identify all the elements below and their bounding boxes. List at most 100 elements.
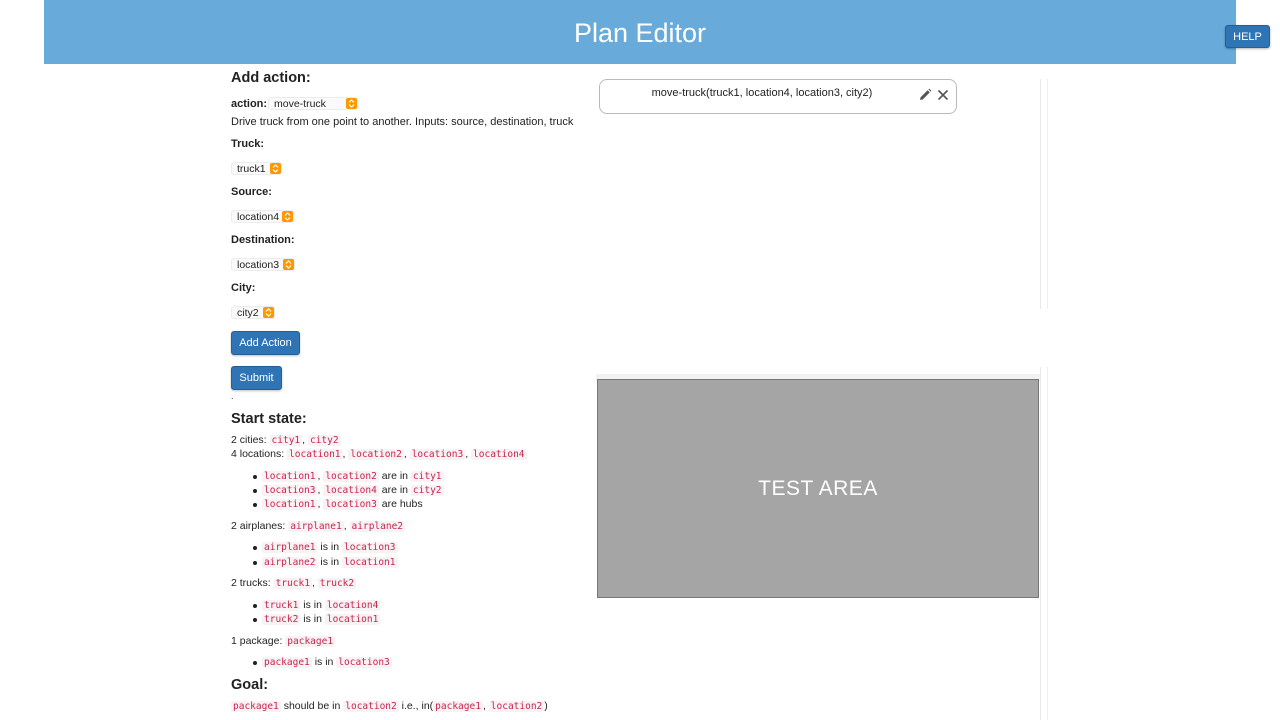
add-action-button[interactable]: Add Action — [231, 331, 300, 355]
city-code: city2 — [307, 435, 341, 446]
location-code: location2 — [488, 701, 545, 712]
panel-border — [1047, 79, 1048, 309]
location-code: location4 — [324, 600, 381, 611]
location-code: location1 — [262, 471, 318, 482]
city-select-value: city2 — [237, 306, 259, 319]
action-description: Drive truck from one point to another. I… — [231, 116, 574, 128]
packages-prefix: 1 package: — [231, 635, 283, 647]
location-code: location2 — [348, 449, 404, 460]
submit-button[interactable]: Submit — [231, 366, 282, 390]
plan-action-card[interactable]: move-truck(truck1, location4, location3,… — [599, 79, 957, 114]
trucks-line: 2 trucks: truck1, truck2 — [231, 577, 357, 589]
list-item: location1, location3 are hubs — [253, 498, 423, 510]
list-item: airplane2 is in location1 — [253, 556, 398, 568]
trucks-prefix: 2 trucks: — [231, 577, 271, 589]
page-title: Plan Editor — [573, 18, 707, 48]
add-action-heading: Add action: — [231, 70, 311, 86]
airplane-code: airplane1 — [288, 521, 344, 532]
city-code: city1 — [269, 435, 303, 446]
destination-label: Destination: — [231, 234, 295, 246]
truck-code: truck2 — [262, 614, 301, 625]
chevron-updown-icon — [270, 163, 281, 174]
location-code: location3 — [409, 449, 466, 460]
list-item: airplane1 is in location3 — [253, 541, 398, 553]
panel-border — [1040, 367, 1041, 720]
pencil-icon[interactable] — [918, 88, 932, 102]
package-code: package1 — [285, 636, 336, 647]
chevron-updown-icon — [346, 98, 357, 109]
city-code: city2 — [410, 485, 444, 496]
list-item: truck1 is in location4 — [252, 599, 381, 611]
package-code: package1 — [433, 701, 483, 712]
source-select-value: location4 — [237, 210, 280, 223]
location-code: location1 — [342, 557, 398, 568]
plan-action-text: move-truck(truck1, location4, location3,… — [651, 87, 873, 99]
location-code: location1 — [324, 614, 381, 625]
list-item: location3, location4 are in city2 — [253, 484, 444, 496]
airplane-code: airplane1 — [262, 542, 318, 553]
airplanes-line: 2 airplanes: airplane1, airplane2 — [231, 520, 406, 532]
location-code: location1 — [262, 499, 318, 510]
help-button[interactable]: HELP — [1225, 25, 1270, 48]
city-select[interactable]: city2 — [231, 306, 275, 319]
location-code: location4 — [471, 449, 527, 460]
truck-select[interactable]: truck1 — [231, 162, 282, 175]
airplane-code: airplane2 — [349, 521, 406, 532]
relation-text: are hubs — [381, 498, 423, 510]
relation-text: is in — [303, 599, 322, 611]
location-code: location3 — [262, 485, 318, 496]
list-item: package1 is in location3 — [253, 656, 392, 668]
location-code: location2 — [323, 471, 379, 482]
source-label: Source: — [231, 186, 272, 198]
relation-text: are in — [381, 470, 408, 482]
destination-select[interactable]: location3 — [231, 258, 295, 271]
location-code: location2 — [343, 701, 399, 712]
destination-select-value: location3 — [237, 258, 280, 271]
location-code: location4 — [323, 485, 379, 496]
relation-text: is in — [320, 541, 340, 553]
chevron-updown-icon — [283, 259, 294, 270]
goal-ie-text: i.e., in( — [401, 700, 434, 712]
location-code: location3 — [323, 499, 379, 510]
separator-dot: . — [231, 391, 234, 401]
city-label: City: — [231, 282, 256, 294]
close-icon[interactable] — [936, 88, 950, 102]
location-code: location3 — [342, 542, 398, 553]
start-state-heading: Start state: — [231, 411, 307, 427]
relation-text: is in — [314, 656, 334, 668]
relation-text: are in — [381, 484, 408, 496]
header-bar: Plan Editor HELP — [44, 0, 1270, 64]
truck-code: truck1 — [273, 578, 312, 589]
airplanes-prefix: 2 airplanes: — [231, 520, 286, 532]
truck-select-value: truck1 — [237, 162, 266, 175]
relation-text: should be in — [283, 700, 341, 712]
relation-text: is in — [303, 613, 322, 625]
packages-line: 1 package: package1 — [231, 635, 336, 647]
package-code: package1 — [262, 657, 312, 668]
action-label: action: — [231, 98, 268, 110]
cities-line: 2 cities: city1, city2 — [231, 434, 341, 446]
cities-prefix: 2 cities: — [231, 434, 267, 446]
chevron-updown-icon — [263, 307, 274, 318]
chevron-updown-icon — [282, 211, 293, 222]
location-code: location3 — [336, 657, 392, 668]
city-code: city1 — [410, 471, 444, 482]
goal-line: package1 should be in location2 i.e., in… — [231, 700, 548, 712]
list-item: location1, location2 are in city1 — [253, 470, 444, 482]
source-select[interactable]: location4 — [231, 210, 294, 223]
goal-close-paren: ) — [544, 700, 548, 712]
action-select-value: move-truck — [274, 97, 326, 110]
airplane-code: airplane2 — [262, 557, 318, 568]
action-select[interactable]: move-truck — [268, 97, 358, 110]
locations-line: 4 locations: location1, location2, locat… — [231, 448, 527, 460]
package-code: package1 — [231, 701, 281, 712]
test-area[interactable]: TEST AREA — [597, 379, 1039, 598]
truck-code: truck2 — [317, 578, 357, 589]
location-code: location1 — [287, 449, 343, 460]
goal-heading: Goal: — [231, 677, 269, 693]
panel-border — [1040, 79, 1041, 309]
truck-code: truck1 — [262, 600, 301, 611]
truck-label: Truck: — [231, 138, 265, 150]
panel-border — [1047, 367, 1048, 720]
relation-text: is in — [320, 556, 340, 568]
